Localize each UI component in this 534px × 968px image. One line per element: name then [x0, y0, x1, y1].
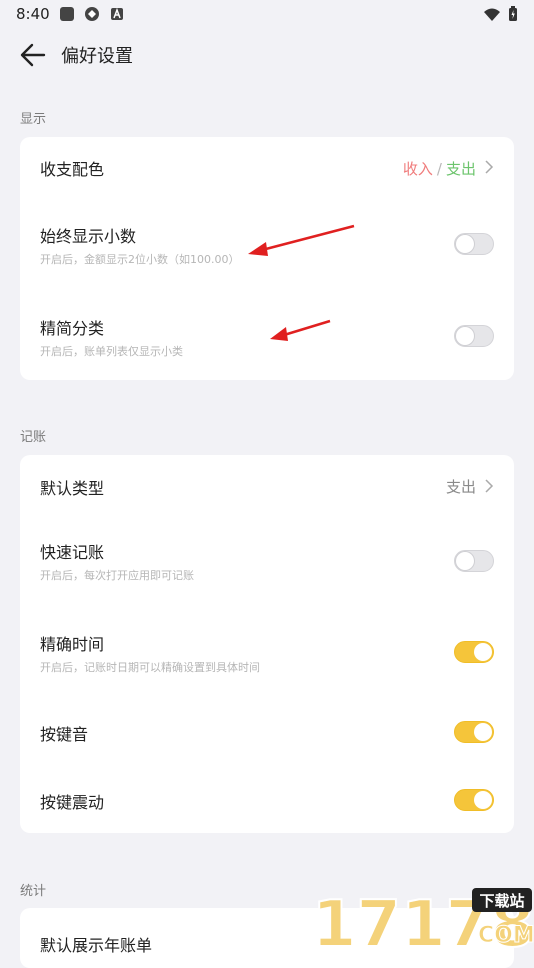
row-default-type[interactable]: 默认类型 支出 — [20, 455, 514, 515]
annotation-arrow-icon — [270, 319, 331, 341]
back-arrow-icon[interactable] — [18, 40, 48, 70]
value-separator: / — [436, 160, 442, 178]
row-subtitle: 开启后，记账时日期可以精确设置到具体时间 — [40, 661, 260, 674]
section-label-statistics: 统计 — [20, 884, 47, 899]
key-sound-toggle[interactable] — [454, 721, 494, 743]
row-title: 精简分类 — [40, 319, 105, 338]
notification-app-icon — [60, 7, 74, 21]
row-precise-time: 精确时间 开启后，记账时日期可以精确设置到具体时间 — [20, 617, 514, 683]
row-title: 收支配色 — [40, 160, 105, 179]
row-title: 默认展示年账单 — [40, 936, 153, 955]
simplified-category-toggle[interactable] — [454, 325, 494, 347]
a-app-icon — [111, 7, 123, 20]
section-label-display: 显示 — [20, 112, 47, 127]
app-bar: 偏好设置 — [0, 28, 534, 82]
chevron-right-icon — [485, 479, 494, 493]
watermark-domain: COM — [478, 923, 534, 948]
toggle-knob — [456, 327, 474, 345]
row-subtitle: 开启后，每次打开应用即可记账 — [40, 569, 194, 582]
sync-app-icon — [85, 7, 99, 21]
section-label-bookkeeping: 记账 — [20, 430, 47, 445]
toggle-knob — [474, 723, 492, 741]
always-show-decimal-toggle[interactable] — [454, 233, 494, 255]
annotation-arrow-icon — [248, 224, 355, 256]
row-title: 默认类型 — [40, 479, 105, 498]
status-bar: 8:40 — [0, 0, 534, 28]
row-quick-bookkeeping: 快速记账 开启后，每次打开应用即可记账 — [20, 527, 514, 593]
row-subtitle: 开启后，账单列表仅显示小类 — [40, 345, 183, 358]
quick-bookkeeping-toggle[interactable] — [454, 550, 494, 572]
row-title: 快速记账 — [40, 543, 105, 562]
bookkeeping-card: 默认类型 支出 快速记账 开启后，每次打开应用即可记账 精确时间 开启后，记账时… — [20, 455, 514, 833]
row-subtitle: 开启后，金额显示2位小数（如100.00） — [40, 253, 240, 266]
income-label: 收入 — [402, 160, 433, 178]
page-title: 偏好设置 — [61, 46, 133, 67]
battery-icon — [509, 6, 517, 21]
row-title: 始终显示小数 — [40, 227, 137, 246]
status-time: 8:40 — [16, 5, 50, 23]
row-key-sound: 按键音 — [20, 705, 514, 757]
expense-label: 支出 — [445, 160, 476, 178]
row-title: 按键音 — [40, 725, 89, 744]
toggle-knob — [456, 235, 474, 253]
key-vibration-toggle[interactable] — [454, 789, 494, 811]
default-type-value: 支出 — [445, 478, 476, 496]
watermark-tag: 下载站 — [479, 892, 524, 910]
toggle-knob — [474, 643, 492, 661]
row-income-expense-color[interactable]: 收支配色 收入 / 支出 — [20, 137, 514, 197]
chevron-right-icon — [485, 160, 494, 174]
row-key-vibration: 按键震动 — [20, 773, 514, 825]
precise-time-toggle[interactable] — [454, 641, 494, 663]
wifi-icon — [484, 8, 500, 21]
toggle-knob — [456, 552, 474, 570]
color-scheme-value: 收入 / 支出 — [403, 158, 476, 179]
row-title: 精确时间 — [40, 635, 105, 654]
toggle-knob — [474, 791, 492, 809]
row-title: 按键震动 — [40, 793, 105, 812]
site-watermark-logo: 17178 下载站 COM — [311, 887, 534, 950]
